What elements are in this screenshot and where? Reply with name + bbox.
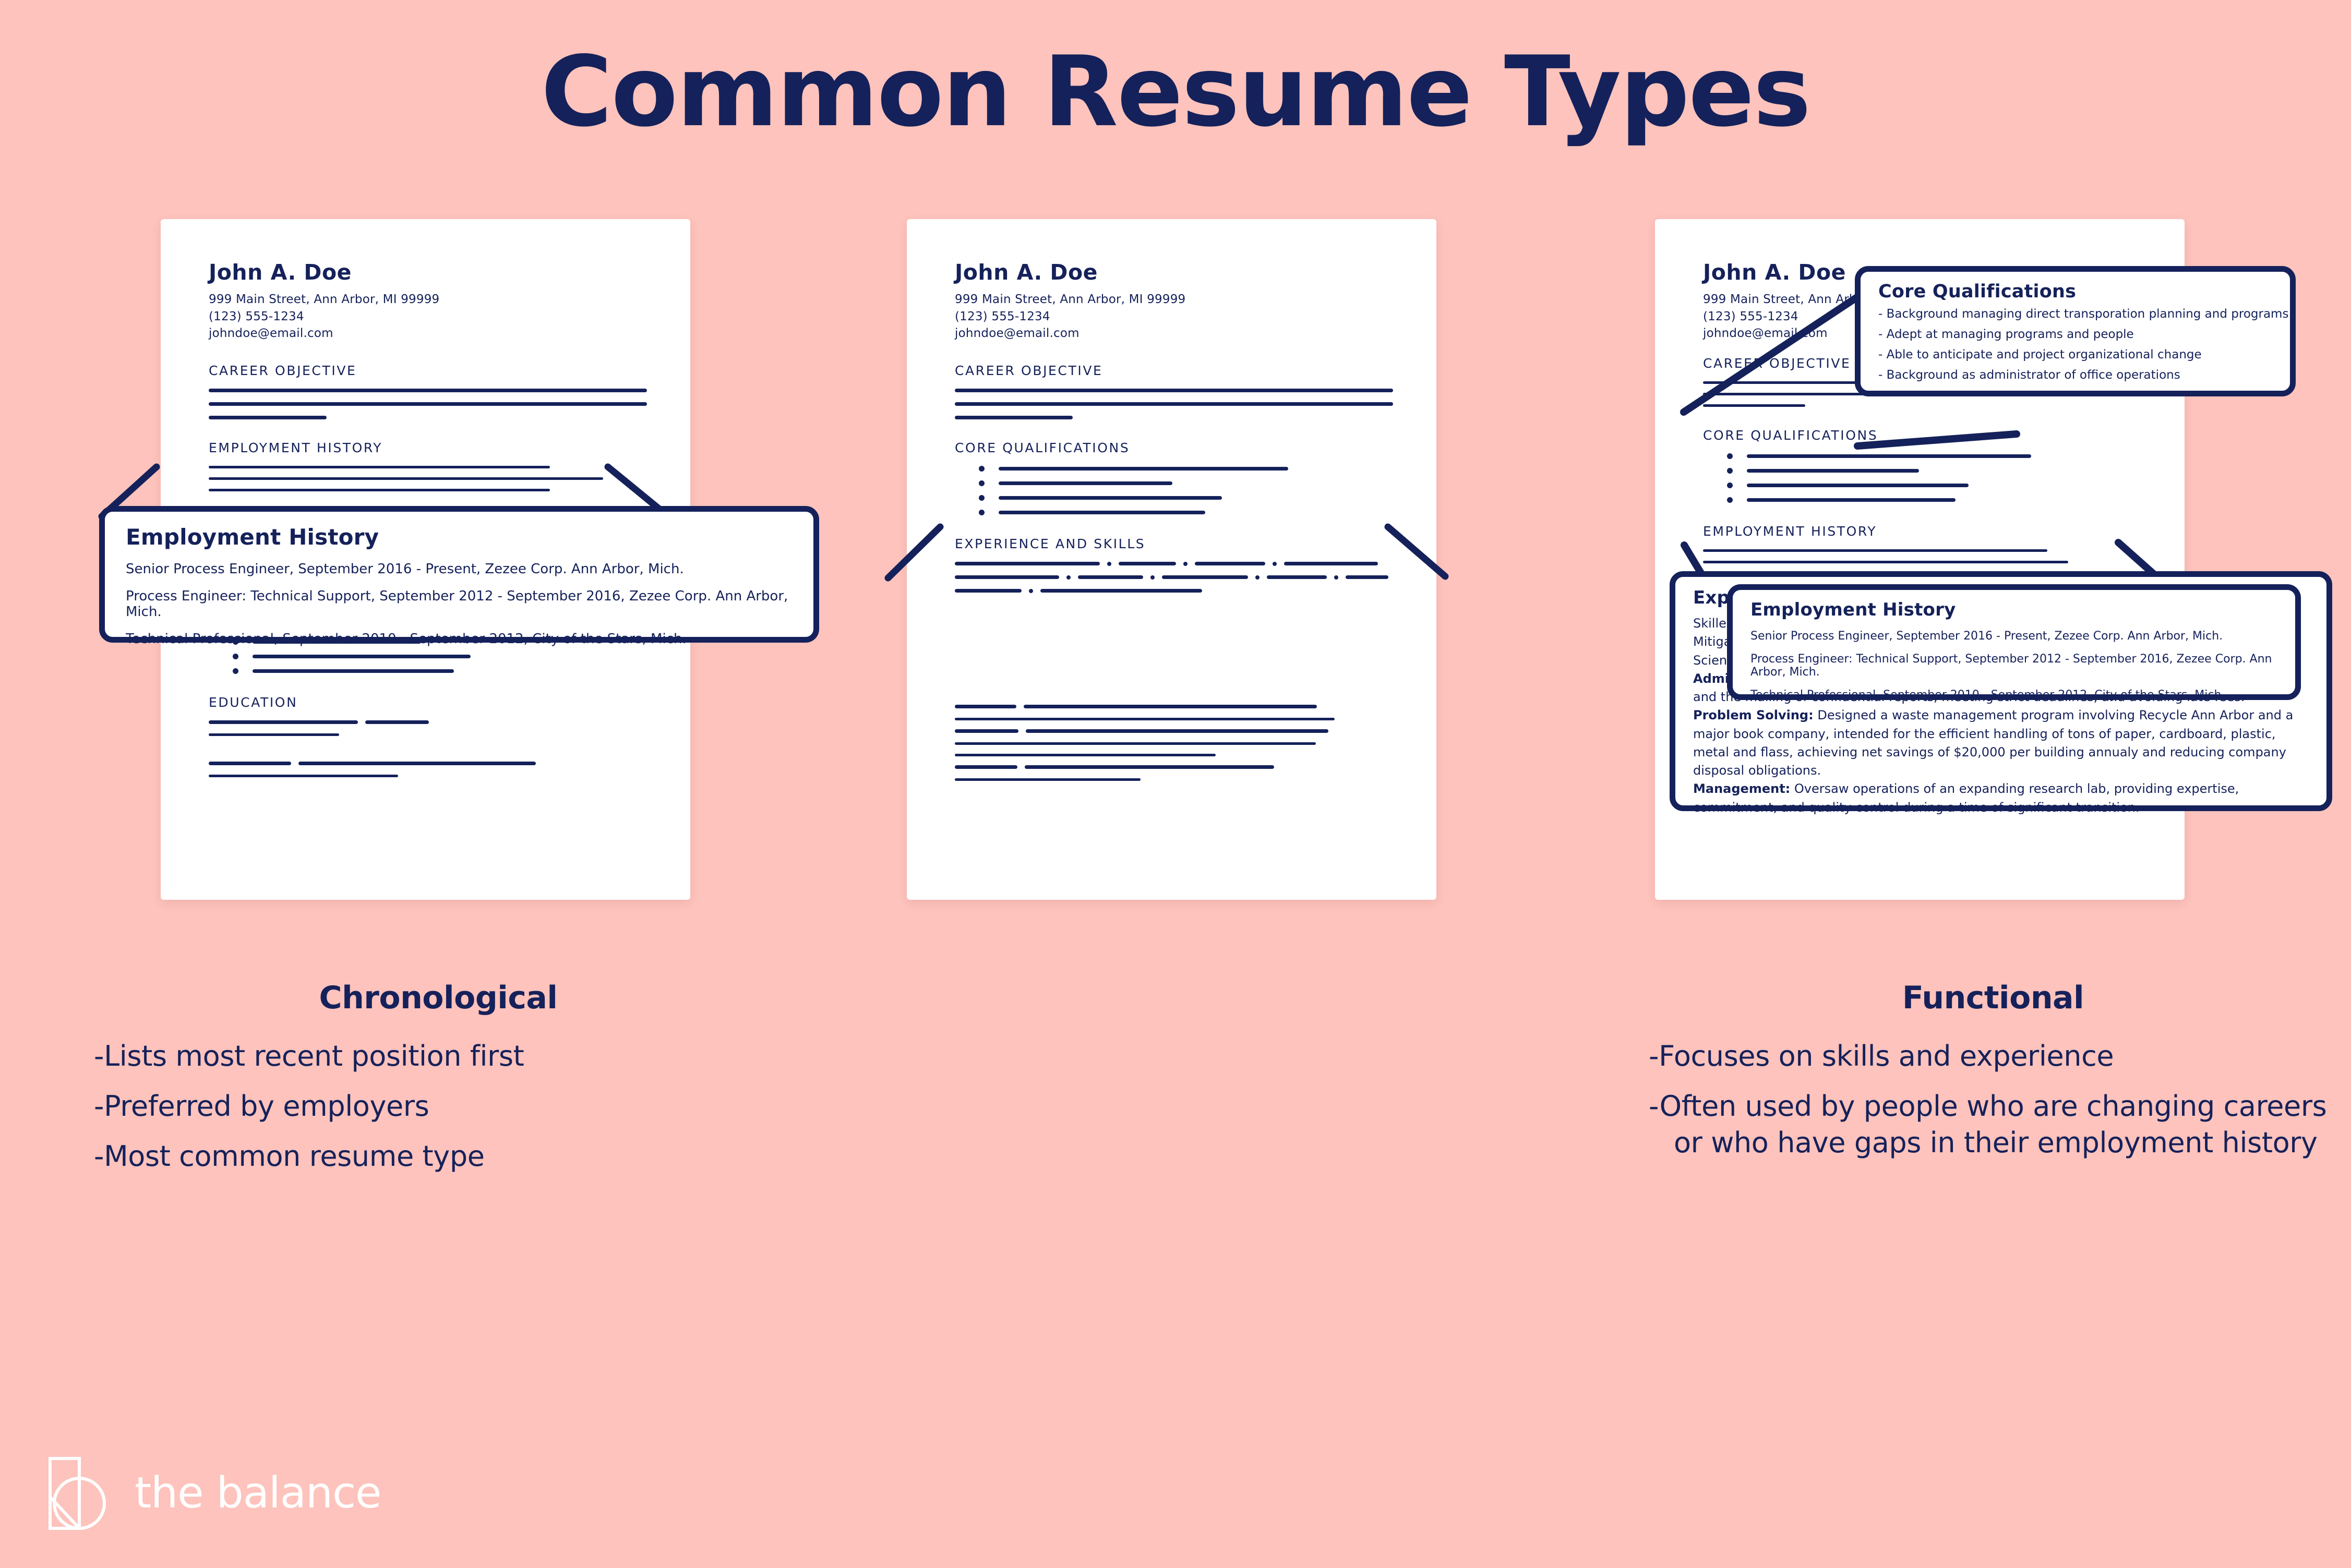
resume-section-career-objective: CAREER OBJECTIVE <box>955 363 1103 378</box>
placeholder-bullet <box>955 465 1412 472</box>
placeholder-line <box>955 778 1141 781</box>
infographic-canvas: Common Resume Types John A. Doe 999 Main… <box>0 0 2351 1568</box>
resume-section-career-objective: CAREER OBJECTIVE <box>209 363 357 378</box>
callout-line: Senior Process Engineer, September 2016 … <box>1750 630 2223 643</box>
callout-title: Employment History <box>126 524 379 550</box>
placeholder-line <box>209 415 327 419</box>
resume-email: johndoe@email.com <box>209 327 333 341</box>
placeholder-bullet <box>955 509 1412 515</box>
resume-name: John A. Doe <box>955 260 1098 285</box>
the-balance-logo: the balance <box>47 1455 381 1531</box>
placeholder-line <box>209 488 550 491</box>
callout-title: Employment History <box>1750 599 1956 620</box>
resume-section-employment-history: EMPLOYMENT HISTORY <box>209 440 383 455</box>
resume-address: 999 Main Street, Ann Arbor, MI 99999 <box>955 293 1186 306</box>
blurb-chronological: Chronological -Lists most recent positio… <box>94 980 783 1189</box>
resume-name: John A. Doe <box>209 260 352 285</box>
placeholder-line <box>209 388 647 392</box>
blurb-item: -Preferred by employers <box>94 1090 429 1123</box>
resume-section-core-qualifications: CORE QUALIFICATIONS <box>955 440 1130 455</box>
resume-address: 999 Main Street, Ann Arbor, MI 99999 <box>209 293 440 306</box>
placeholder-line <box>209 465 550 468</box>
blurb-item: -Lists most recent position first <box>94 1040 524 1072</box>
placeholder-bullet <box>1703 497 2161 503</box>
balance-b-mark-icon <box>49 1457 106 1530</box>
placeholder-line <box>209 402 647 406</box>
blurb-heading: Chronological <box>319 980 558 1016</box>
callout-employment-history-combination: Employment History Senior Process Engine… <box>1727 584 2301 702</box>
placeholder-line <box>1703 549 2047 552</box>
placeholder-line <box>955 415 1073 419</box>
placeholder-line-group <box>209 720 666 724</box>
callout-line: Process Engineer: Technical Support, Sep… <box>126 588 788 620</box>
callout-title: Core Qualifications <box>1878 281 2077 302</box>
callout-line-prefix: Management: <box>1693 781 1791 797</box>
resume-document-functional: John A. Doe 999 Main Street, Ann Arbor, … <box>907 219 1436 900</box>
resume-email: johndoe@email.com <box>955 327 1079 341</box>
resume-contact: 999 Main Street, Ann Arbor, MI 99999 (12… <box>955 291 1412 342</box>
callout-core-qualifications: Core Qualifications - Background managin… <box>1855 266 2296 396</box>
placeholder-line <box>209 733 339 736</box>
callout-line: Technical Professional, September 2010 -… <box>1750 689 2225 702</box>
placeholder-line-group <box>955 765 1412 769</box>
placeholder-line-group <box>955 561 1412 566</box>
callout-line: - Able to anticipate and project organiz… <box>1878 348 2202 361</box>
placeholder-line-group <box>955 588 1412 593</box>
placeholder-bullet <box>209 653 666 659</box>
callout-employment-history-chronological: Employment History Senior Process Engine… <box>99 506 819 647</box>
callout-line: Management: Oversaw operations of an exp… <box>1693 780 2309 817</box>
resume-contact: 999 Main Street, Ann Arbor, MI 99999 (12… <box>209 291 666 342</box>
callout-line: - Background managing direct transporati… <box>1878 307 2289 321</box>
blurb-item: -Most common resume type <box>94 1140 485 1173</box>
column-chronological: John A. Doe 999 Main Street, Ann Arbor, … <box>31 0 819 1568</box>
callout-line: Technical Professional, September 2010 -… <box>126 631 687 647</box>
placeholder-line-group <box>955 575 1412 580</box>
callout-line: - Background as administrator of office … <box>1878 368 2180 382</box>
placeholder-line <box>955 742 1316 745</box>
resume-phone: (123) 555-1234 <box>955 309 1050 323</box>
resume-section-education: EDUCATION <box>209 694 298 710</box>
placeholder-bullet <box>1703 482 2161 488</box>
placeholder-line <box>209 774 398 777</box>
column-functional: John A. Doe 999 Main Street, Ann Arbor, … <box>814 0 2332 1568</box>
placeholder-line-group <box>955 704 1412 708</box>
callout-line: Process Engineer: Technical Support, Sep… <box>1750 653 2272 679</box>
placeholder-line <box>955 388 1393 392</box>
logo-text: the balance <box>135 1468 381 1518</box>
placeholder-line <box>955 717 1335 720</box>
callout-line: Problem Solving: Designed a waste manage… <box>1693 706 2309 780</box>
placeholder-line-group <box>955 729 1412 733</box>
resume-section-experience-and-skills: EXPERIENCE AND SKILLS <box>955 536 1146 551</box>
placeholder-bullet <box>955 480 1412 486</box>
placeholder-bullet <box>1703 453 2161 459</box>
placeholder-line <box>209 477 603 480</box>
callout-line: - Adept at managing programs and people <box>1878 328 2134 341</box>
resume-phone: (123) 555-1234 <box>209 309 304 323</box>
callout-line-prefix: Problem Solving: <box>1693 708 1814 723</box>
placeholder-line <box>955 402 1393 406</box>
placeholder-line <box>955 753 1216 756</box>
placeholder-line <box>1703 560 2068 563</box>
placeholder-bullet <box>955 494 1412 501</box>
resume-section-employment-history: EMPLOYMENT HISTORY <box>1703 523 1877 539</box>
placeholder-line <box>1703 404 1805 407</box>
callout-line: Senior Process Engineer, September 2016 … <box>126 561 684 577</box>
placeholder-bullet <box>1703 467 2161 474</box>
placeholder-bullet <box>209 668 666 674</box>
resume-section-core-qualifications: CORE QUALIFICATIONS <box>1703 427 1878 443</box>
placeholder-line-group <box>209 761 666 765</box>
